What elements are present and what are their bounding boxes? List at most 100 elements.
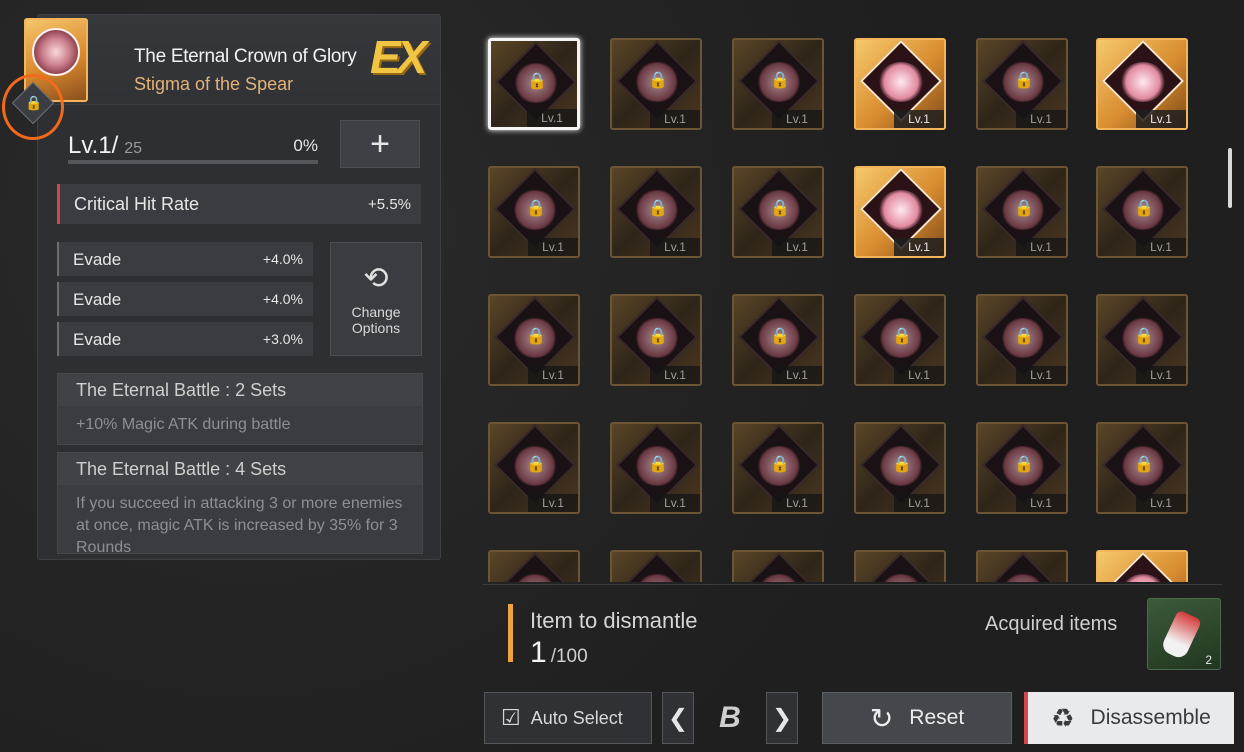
lock-icon: 🔒 (892, 328, 912, 345)
change-options-button[interactable]: ⟲ Change Options (330, 242, 422, 356)
stigma-card[interactable]: 🔒Lv.1 (610, 422, 702, 514)
sub-stat-value: +3.0% (262, 331, 303, 347)
stigma-card[interactable]: 🔒 Lv.1 (488, 38, 580, 130)
stigma-card[interactable]: Lv.1 (854, 166, 946, 258)
stigma-card[interactable]: 🔒Lv.1 (854, 422, 946, 514)
stigma-card[interactable]: 🔒Lv.1 (488, 550, 580, 582)
auto-select-button[interactable]: ☑ Auto Select (484, 692, 652, 744)
main-stat-label: Critical Hit Rate (74, 194, 200, 214)
set-description: If you succeed in attacking 3 or more en… (76, 495, 403, 554)
stigma-card[interactable]: 🔒Lv.1 (1096, 166, 1188, 258)
stigma-card[interactable]: 🔒Lv.1 (976, 294, 1068, 386)
recycle-icon: ♻ (1051, 702, 1075, 733)
crown-emblem-icon (878, 190, 924, 230)
acquired-item-slot[interactable]: 2 (1147, 598, 1221, 670)
lock-icon: 🔒 (648, 456, 668, 473)
stigma-card[interactable]: 🔒Lv.1 (976, 550, 1068, 582)
lock-icon: 🔒 (526, 200, 546, 217)
card-level: Lv.1 (528, 366, 578, 384)
lock-icon: 🔒 (1134, 200, 1154, 217)
highlight-circle (2, 74, 64, 140)
stigma-card[interactable]: 🔒Lv.1 (610, 550, 702, 582)
stigma-card[interactable]: 🔒Lv.1 (610, 166, 702, 258)
divider (482, 584, 1222, 585)
grid-scrollbar[interactable] (1228, 148, 1232, 208)
level-value: 1/ (98, 132, 119, 159)
stigma-card[interactable]: 🔒 Lv.1 (610, 38, 702, 130)
dismantle-max: /100 (550, 646, 588, 667)
disassemble-label: Disassemble (1090, 706, 1211, 729)
acquired-item-count: 2 (1205, 653, 1212, 667)
lock-icon: 🔒 (1014, 456, 1034, 473)
lock-icon: 🔒 (1134, 456, 1154, 473)
card-level: Lv.1 (527, 109, 577, 127)
tier-prev-button[interactable]: ❮ (662, 692, 694, 744)
card-level: Lv.1 (528, 238, 578, 256)
card-level: Lv.1 (772, 238, 822, 256)
stigma-card[interactable]: 🔒 Lv.1 (488, 166, 580, 258)
stigma-card[interactable]: 🔒Lv.1 (732, 166, 824, 258)
lock-icon: 🔒 (770, 456, 790, 473)
auto-select-label: Auto Select (530, 707, 623, 728)
dismantle-current: 1 (530, 636, 547, 669)
chevron-left-icon: ❮ (667, 704, 689, 732)
stigma-card[interactable]: 🔒Lv.1 (854, 550, 946, 582)
card-level: Lv.1 (1136, 494, 1186, 512)
stigma-card[interactable]: 🔒Lv.1 (732, 38, 824, 130)
card-level: Lv.1 (1136, 366, 1186, 384)
disassemble-button[interactable]: ♻ Disassemble (1024, 692, 1234, 744)
card-level: Lv.1 (894, 366, 944, 384)
stigma-card[interactable]: 🔒Lv.1 (732, 550, 824, 582)
stigma-card[interactable]: 🔒Lv.1 (1096, 294, 1188, 386)
stigma-card[interactable]: 🔒Lv.1 (732, 294, 824, 386)
lock-icon: 🔒 (1014, 72, 1034, 89)
stigma-card[interactable]: Lv.1 (1096, 38, 1188, 130)
card-level: Lv.1 (650, 238, 700, 256)
level-percent: 0% (293, 136, 318, 155)
stigma-card[interactable]: 🔒 Lv.1 (1096, 422, 1188, 514)
stigma-card[interactable]: 🔒Lv.1 (610, 294, 702, 386)
lock-icon: 🔒 (770, 328, 790, 345)
set-effect-4: The Eternal Battle : 4 Sets If you succe… (57, 452, 423, 554)
card-level: Lv.1 (894, 238, 944, 256)
card-level: Lv.1 (1016, 366, 1066, 384)
crown-emblem-icon (1120, 62, 1166, 102)
checkbox-icon: ☑ (501, 705, 521, 730)
stigma-card[interactable]: 🔒Lv.1 (976, 38, 1068, 130)
stigma-card[interactable]: 🔒Lv.1 (976, 166, 1068, 258)
stigma-card[interactable]: 🔒 Lv.1 (488, 422, 580, 514)
grade-badge: EX (370, 31, 427, 83)
lock-icon: 🔒 (770, 72, 790, 89)
reset-icon: ↻ (869, 702, 894, 734)
acquired-items-label: Acquired items (985, 613, 1118, 635)
stigma-card[interactable]: 🔒Lv.1 (732, 422, 824, 514)
card-level: Lv.1 (1016, 238, 1066, 256)
set-description: +10% Magic ATK during battle (76, 416, 291, 433)
sub-stat-label: Evade (73, 250, 122, 269)
tier-next-button[interactable]: ❯ (766, 692, 798, 744)
stigma-card[interactable]: 🔒Lv.1 (488, 294, 580, 386)
reset-label: Reset (909, 706, 965, 729)
stigma-card[interactable]: Lv.1 (1096, 550, 1188, 582)
reset-button[interactable]: ↻ Reset (822, 692, 1012, 744)
stigma-card[interactable]: 🔒 Lv.1 (854, 294, 946, 386)
card-level: Lv.1 (894, 110, 944, 128)
card-level: Lv.1 (528, 494, 578, 512)
main-stat-value: +5.5% (368, 196, 411, 213)
tier-filter-label: B (719, 701, 741, 734)
card-level: Lv.1 (650, 110, 700, 128)
stigma-card[interactable]: 🔒Lv.1 (976, 422, 1068, 514)
lock-icon: 🔒 (892, 456, 912, 473)
item-subtitle: Stigma of the Spear (134, 74, 294, 94)
crown-emblem-icon (878, 62, 924, 102)
lock-icon: 🔒 (526, 456, 546, 473)
crown-emblem-icon (32, 28, 80, 76)
set-title: The Eternal Battle : 4 Sets (58, 453, 422, 485)
lock-icon: 🔒 (527, 73, 547, 90)
stigma-card[interactable]: Lv.1 (854, 38, 946, 130)
sub-stat-label: Evade (73, 330, 122, 349)
enhance-plus-button[interactable]: + (340, 120, 420, 168)
lock-icon: 🔒 (648, 72, 668, 89)
dismantle-accent-bar (508, 604, 513, 662)
card-level: Lv.1 (1136, 110, 1186, 128)
